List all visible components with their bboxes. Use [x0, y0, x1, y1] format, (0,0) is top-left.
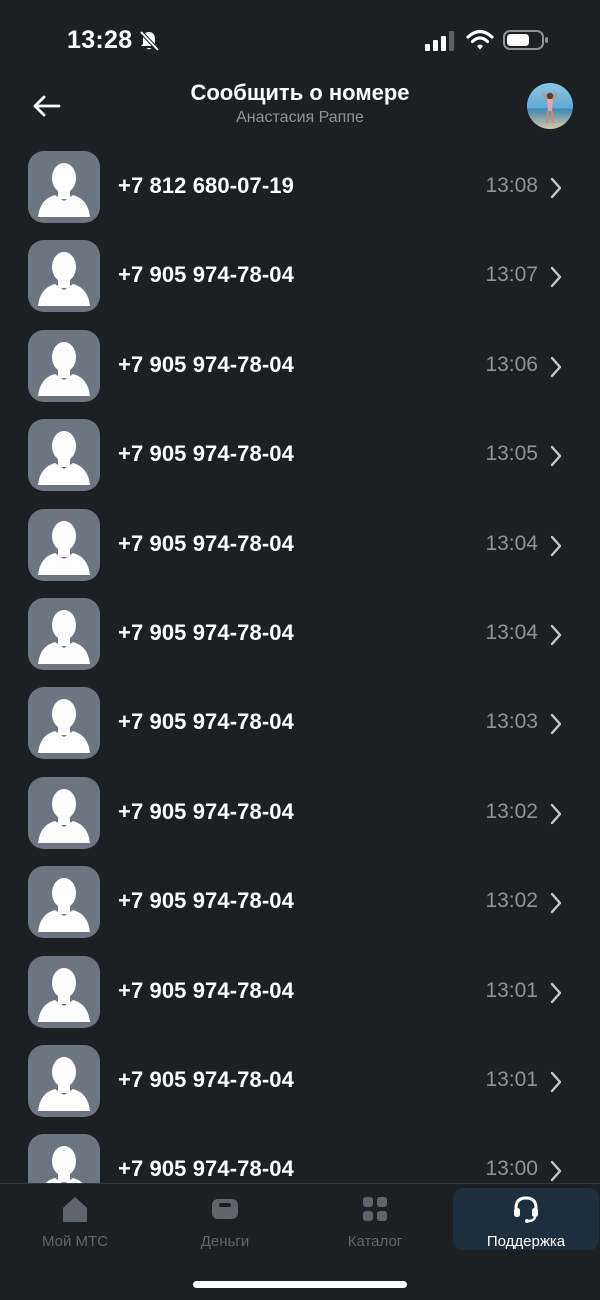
- battery-icon: [503, 30, 548, 50]
- call-row[interactable]: +7 905 974-78-04 13:01: [0, 948, 600, 1037]
- phone-number: +7 905 974-78-04: [118, 620, 294, 645]
- call-time: 13:05: [485, 442, 538, 466]
- home-indicator[interactable]: [193, 1281, 407, 1288]
- chevron-right-icon: [550, 1161, 562, 1182]
- phone-number: +7 905 974-78-04: [118, 530, 294, 556]
- grid-icon: [363, 1197, 387, 1221]
- wallet-icon: [212, 1199, 238, 1219]
- tab-label: Каталог: [347, 1233, 403, 1250]
- contact-placeholder-icon: [28, 955, 100, 1028]
- phone-number: +7 905 974-78-04: [118, 262, 294, 288]
- tab-label: Деньги: [200, 1233, 250, 1250]
- status-time: 13:28: [67, 26, 133, 54]
- call-row[interactable]: +7 905 974-78-04 13:04: [0, 590, 600, 679]
- chevron-right-icon: [550, 177, 562, 199]
- chevron-right-icon: [550, 356, 562, 377]
- call-time: 13:01: [485, 1068, 538, 1091]
- call-row[interactable]: +7 905 974-78-04 13:02: [0, 858, 600, 947]
- phone-number: +7 905 974-78-04: [118, 1156, 294, 1182]
- chevron-right-icon: [550, 624, 562, 646]
- call-row[interactable]: +7 905 974-78-04 13:05: [0, 411, 600, 500]
- phone-number: +7 905 974-78-04: [118, 441, 294, 467]
- call-time: 13:06: [485, 352, 538, 376]
- phone-number: +7 905 974-78-04: [118, 798, 294, 824]
- header: Сообщить о номере Анастасия Раппе: [0, 76, 600, 136]
- chevron-right-icon: [550, 1071, 562, 1093]
- chevron-right-icon: [550, 445, 562, 467]
- call-list: +7 812 680-07-19 13:08 +7 905 974-78-04 13:…: [0, 143, 600, 1183]
- contact-placeholder-icon: [28, 240, 100, 313]
- contact-placeholder-icon: [28, 508, 100, 581]
- tab-label: Поддержка: [486, 1233, 566, 1250]
- contact-placeholder-icon: [28, 866, 100, 939]
- call-row[interactable]: +7 905 974-78-04 13:07: [0, 232, 600, 321]
- profile-photo-icon: [527, 83, 573, 129]
- bell-off-icon: [139, 30, 160, 52]
- phone-number: +7 905 974-78-04: [118, 977, 294, 1003]
- chevron-right-icon: [550, 803, 562, 824]
- call-row[interactable]: +7 812 680-07-19 13:08: [0, 143, 600, 232]
- call-time: 13:02: [485, 799, 538, 823]
- call-time: 13:01: [485, 978, 538, 1002]
- tab-money[interactable]: Деньги: [152, 1188, 298, 1250]
- home-icon: [63, 1197, 87, 1222]
- call-time: 13:04: [485, 621, 538, 644]
- contact-placeholder-icon: [28, 598, 100, 670]
- tab-my-mts[interactable]: Мой МТС: [2, 1188, 148, 1250]
- contact-placeholder-icon: [28, 151, 100, 223]
- page-subtitle: Анастасия Раппе: [236, 109, 364, 126]
- call-time: 13:03: [485, 710, 538, 734]
- call-time: 13:04: [485, 531, 538, 555]
- contact-placeholder-icon: [28, 329, 100, 402]
- phone-number: +7 905 974-78-04: [118, 351, 294, 377]
- call-row[interactable]: +7 905 974-78-04 13:00: [0, 1126, 600, 1183]
- profile-avatar[interactable]: [527, 83, 573, 129]
- chevron-right-icon: [550, 535, 562, 556]
- call-time: 13:08: [485, 174, 538, 197]
- chevron-right-icon: [550, 267, 562, 288]
- tab-label: Мой МТС: [41, 1233, 109, 1250]
- call-row[interactable]: +7 905 974-78-04 13:01: [0, 1037, 600, 1126]
- call-time: 13:07: [485, 263, 538, 287]
- contact-placeholder-icon: [28, 1045, 100, 1117]
- chevron-right-icon: [550, 982, 562, 1003]
- contact-placeholder-icon: [28, 1134, 100, 1183]
- call-row[interactable]: +7 905 974-78-04 13:02: [0, 769, 600, 858]
- call-row[interactable]: +7 905 974-78-04 13:04: [0, 501, 600, 590]
- call-row[interactable]: +7 905 974-78-04 13:06: [0, 322, 600, 411]
- phone-number: +7 905 974-78-04: [118, 1067, 294, 1092]
- contact-placeholder-icon: [28, 776, 100, 849]
- page-title: Сообщить о номере: [190, 80, 410, 105]
- contact-placeholder-icon: [28, 687, 100, 760]
- wifi-icon: [466, 29, 494, 50]
- call-time: 13:02: [485, 889, 538, 913]
- chevron-right-icon: [550, 892, 562, 914]
- phone-number: +7 905 974-78-04: [118, 888, 294, 914]
- phone-number: +7 905 974-78-04: [118, 709, 294, 735]
- tab-support[interactable]: Поддержка: [453, 1188, 599, 1250]
- status-bar: 13:28: [0, 0, 600, 80]
- contact-placeholder-icon: [28, 419, 100, 492]
- phone-number: +7 812 680-07-19: [118, 173, 294, 198]
- cellular-signal-icon: [425, 31, 454, 51]
- call-time: 13:00: [485, 1157, 538, 1181]
- chevron-right-icon: [550, 714, 562, 735]
- tab-catalog[interactable]: Каталог: [302, 1188, 448, 1250]
- headset-icon: [514, 1196, 538, 1223]
- call-row[interactable]: +7 905 974-78-04 13:03: [0, 679, 600, 768]
